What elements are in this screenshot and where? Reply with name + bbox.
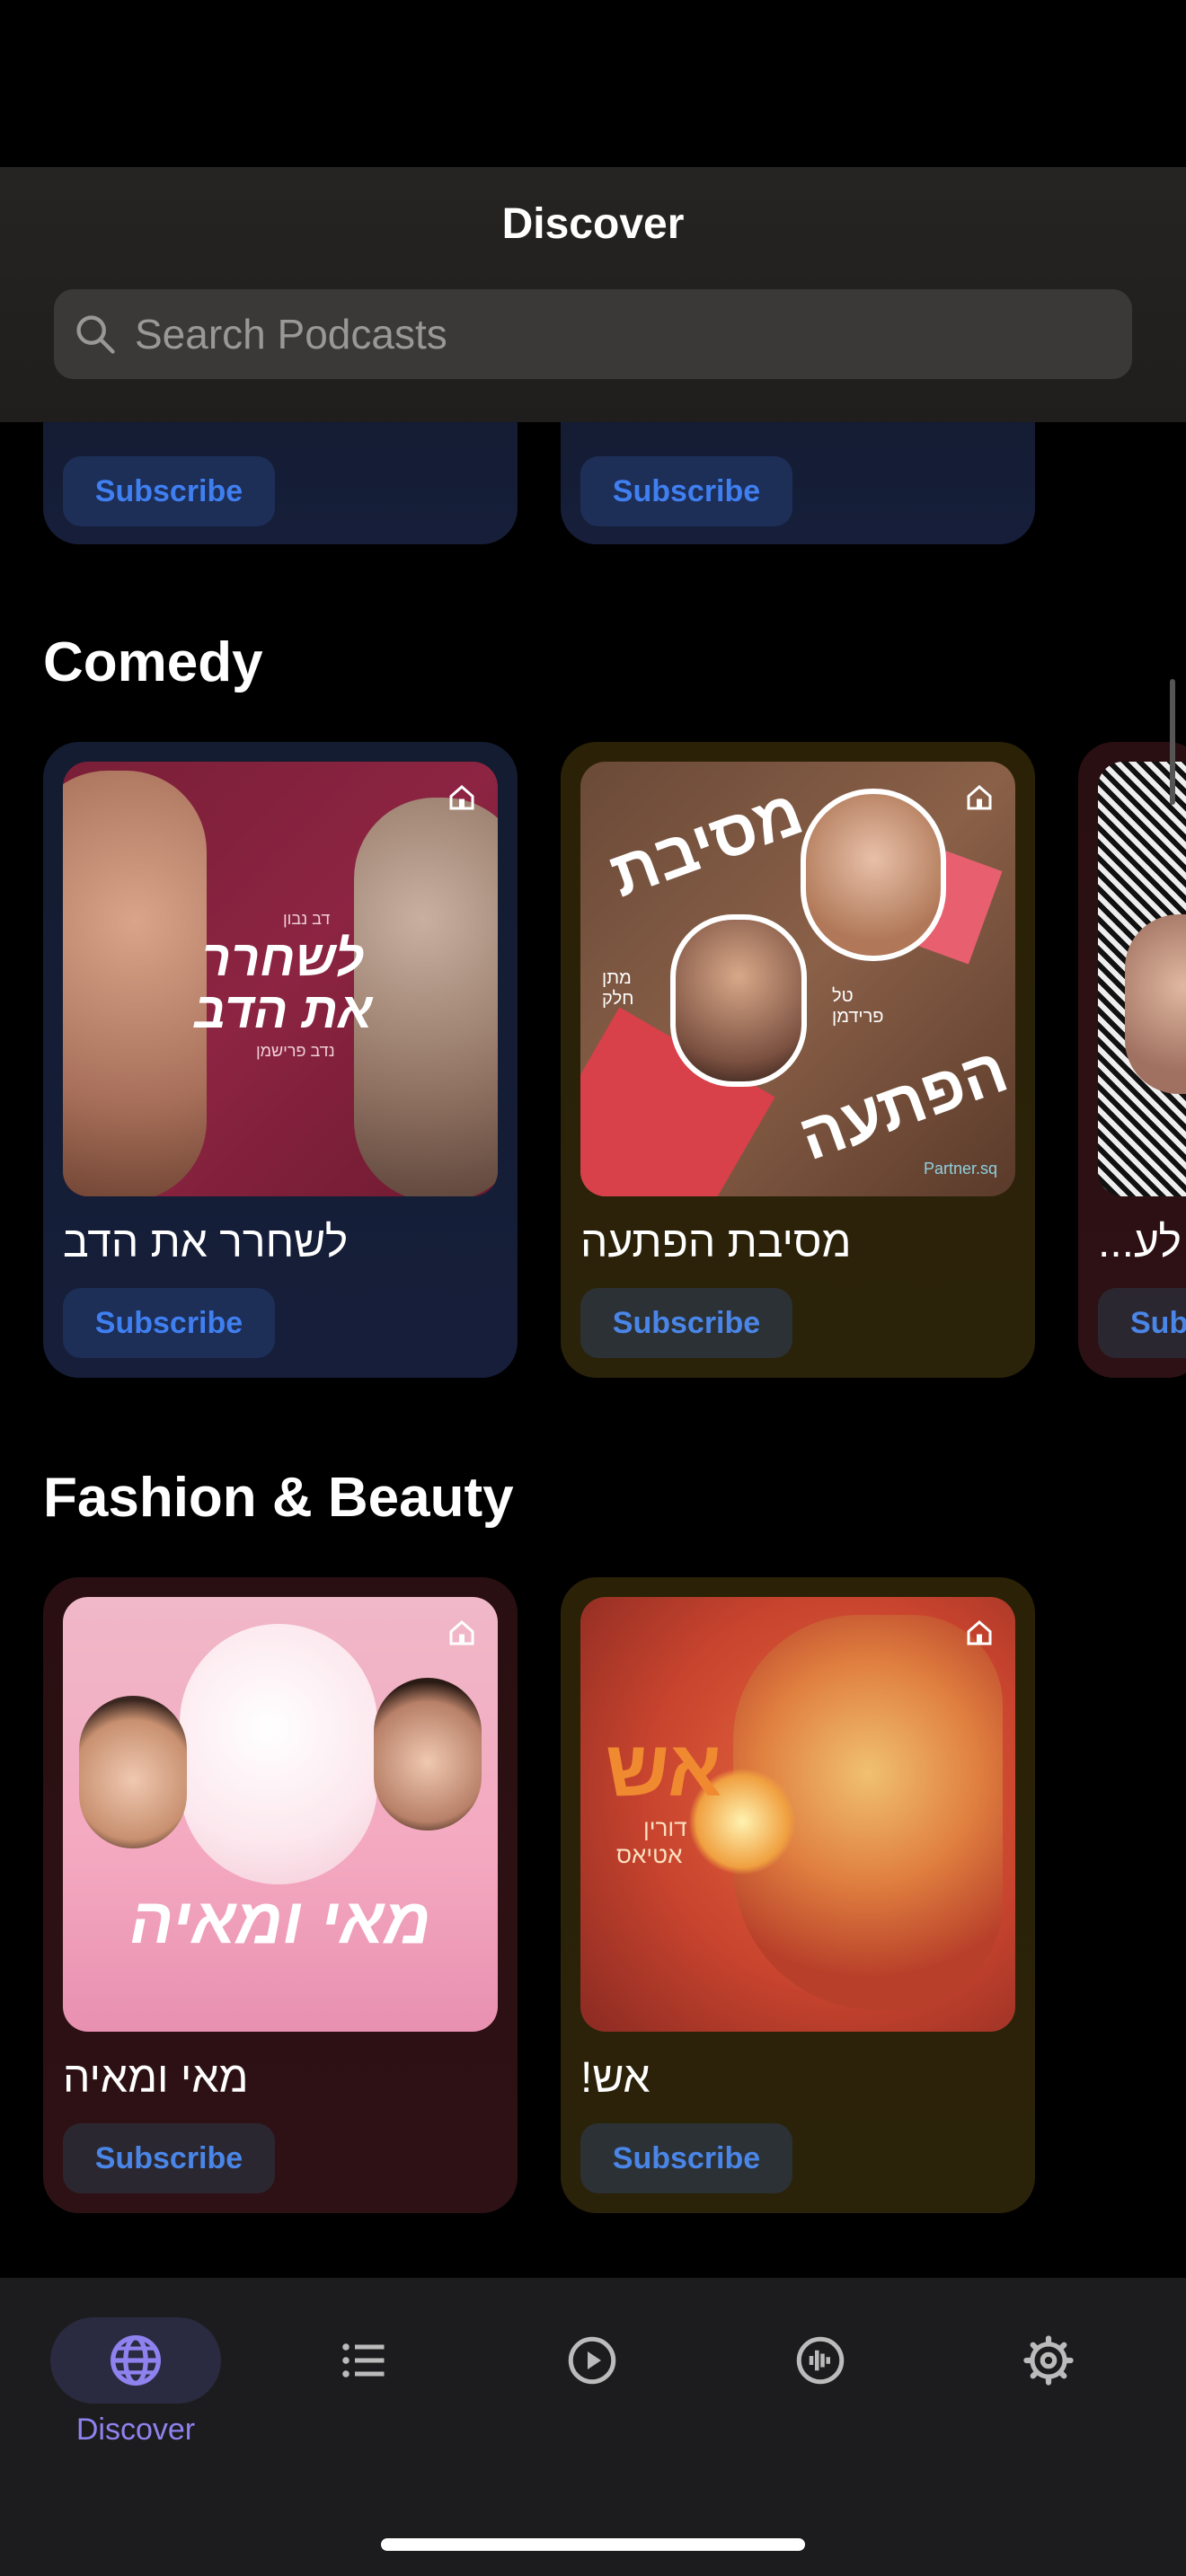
- art-brand: Partner.sq: [923, 1160, 997, 1178]
- play-circle-icon: [568, 2336, 616, 2385]
- art-title: אש: [606, 1724, 722, 1813]
- tab-queue[interactable]: [279, 2317, 449, 2461]
- podcast-card[interactable]: ...לע Sub: [1078, 742, 1186, 1378]
- subscribe-button[interactable]: Subscribe: [580, 2123, 792, 2193]
- subscribe-button[interactable]: Subscribe: [580, 456, 792, 526]
- podcast-title: אש!: [580, 2054, 651, 2102]
- art-title: לשחרר את הדב: [193, 930, 373, 1038]
- subscribe-button[interactable]: Subscribe: [580, 1288, 792, 1358]
- face-bald: [801, 789, 946, 961]
- tab-discover[interactable]: Discover: [50, 2317, 221, 2461]
- face-partial: [1125, 914, 1186, 1094]
- tab-label: Discover: [75, 2413, 196, 2447]
- subscribe-button[interactable]: Subscribe: [63, 2123, 275, 2193]
- podcast-card[interactable]: לשחרר את הדב דב נבון נדב פרישמן לשחרר את…: [43, 742, 518, 1378]
- art-title: מאי ומאיה: [129, 1885, 431, 1957]
- home-indicator[interactable]: [381, 2538, 805, 2551]
- gear-icon: [1023, 2335, 1074, 2386]
- art-host2: אטיאס: [616, 1841, 683, 1868]
- podcast-artwork: לשחרר את הדב דב נבון נדב פרישמן: [63, 762, 498, 1196]
- list-icon: [342, 2343, 385, 2378]
- face-left: [79, 1696, 187, 1848]
- search-icon: [76, 315, 115, 354]
- art-host1: דב נבון: [283, 910, 331, 928]
- subscribe-button[interactable]: Subscribe: [63, 456, 275, 526]
- cotton-candy: [180, 1624, 377, 1884]
- podcast-artwork: אש דורין אטיאס: [580, 1597, 1015, 2032]
- podcast-title: לשחרר את הדב: [63, 1219, 349, 1266]
- home-icon: [449, 785, 474, 810]
- tab-now-playing[interactable]: [507, 2317, 677, 2461]
- podcast-title: מסיבת הפתעה: [580, 1219, 852, 1266]
- tab-podcasts[interactable]: [735, 2317, 906, 2461]
- waveform-icon: [796, 2336, 845, 2385]
- page-title: Discover: [501, 200, 685, 248]
- section-title-comedy: Comedy: [43, 631, 263, 693]
- podcast-card[interactable]: מאי ומאיה מאי ומאיה Subscribe: [43, 1577, 518, 2213]
- art-host2: טל פרידמן: [832, 986, 884, 1027]
- navigation-bar: Discover Search Podcasts: [0, 167, 1186, 422]
- search-input[interactable]: Search Podcasts: [54, 289, 1132, 379]
- face-right: [374, 1678, 482, 1831]
- scroll-indicator[interactable]: [1170, 679, 1175, 805]
- art-title-2: הפתעה: [790, 1033, 1015, 1175]
- podcast-card[interactable]: אש דורין אטיאס אש! Subscribe: [561, 1577, 1035, 2213]
- face-beard: [670, 914, 807, 1087]
- art-host1: מתן חלק: [602, 968, 634, 1009]
- art-host1: דורין: [643, 1814, 687, 1841]
- globe-icon: [111, 2335, 161, 2386]
- tab-bar: Discover: [0, 2278, 1186, 2576]
- tab-settings[interactable]: [963, 2317, 1134, 2461]
- art-host2: נדב פרישמן: [256, 1042, 335, 1060]
- podcast-artwork: מסיבת הפתעה מתן חלק טל פרידמן Partner.sq: [580, 762, 1015, 1196]
- home-icon: [449, 1620, 474, 1645]
- podcast-artwork: [1098, 762, 1186, 1196]
- search-placeholder: Search Podcasts: [135, 311, 447, 357]
- home-icon: [967, 785, 992, 810]
- art-title-1: מסיבת: [600, 775, 812, 912]
- subscribe-button[interactable]: Sub: [1098, 1288, 1186, 1358]
- podcast-title: ...לע: [1098, 1219, 1182, 1266]
- podcast-artwork: מאי ומאיה: [63, 1597, 498, 2032]
- home-icon: [967, 1620, 992, 1645]
- section-title-fashion-beauty: Fashion & Beauty: [43, 1467, 514, 1529]
- podcast-card[interactable]: מסיבת הפתעה מתן חלק טל פרידמן Partner.sq…: [561, 742, 1035, 1378]
- podcast-title: מאי ומאיה: [63, 2054, 249, 2102]
- subscribe-button[interactable]: Subscribe: [63, 1288, 275, 1358]
